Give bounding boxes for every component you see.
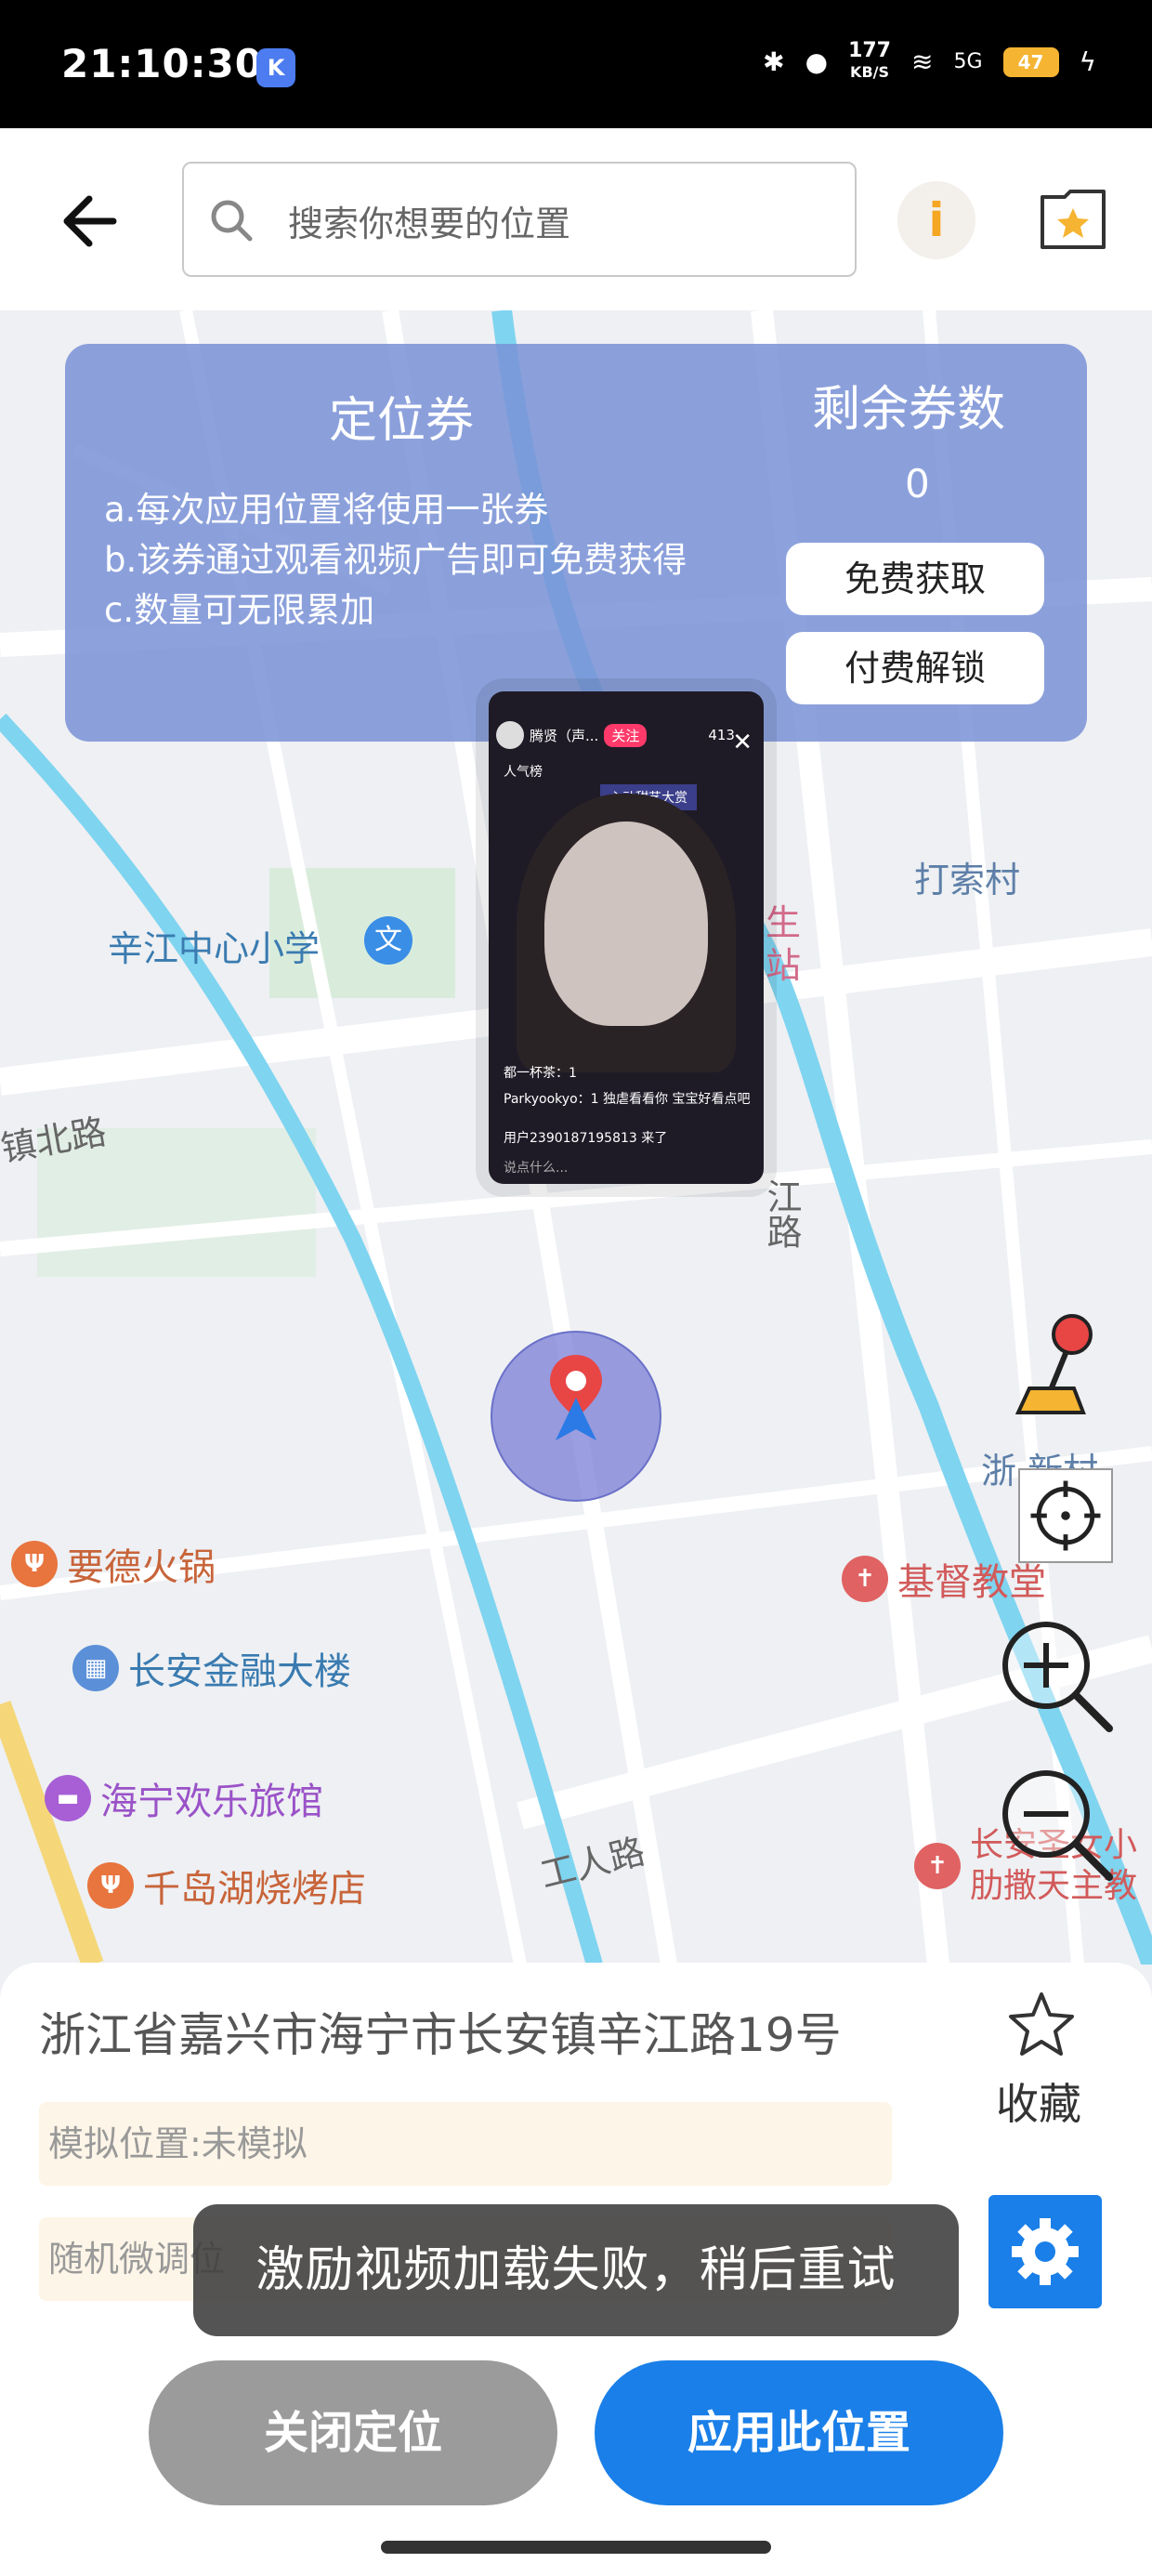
status-icons: ✱ ● 177 KB/S ≋ 5G 47 ϟ [763, 41, 1096, 83]
church-icon: ✝ [914, 1843, 961, 1889]
poi-changan-finance[interactable]: ▦ 长安金融大楼 [72, 1641, 351, 1695]
map-label-jiang-road: 江路 [761, 1178, 802, 1249]
map-label-xinjiang-school: 辛江中心小学 [108, 928, 321, 969]
restaurant-icon: Ψ [11, 1541, 58, 1587]
wifi-icon: ≋ [911, 46, 934, 77]
rank-label: 人气榜 [504, 765, 543, 780]
location-status-icon: ● [805, 46, 829, 77]
battery-icon: 47 [1002, 46, 1059, 77]
star-icon[interactable] [1005, 1989, 1078, 2061]
paid-unlock-button[interactable]: 付费解锁 [786, 632, 1044, 704]
status-time: 21:10:30 [61, 41, 263, 86]
ad-header: 腾贤（声... 关注 413 [496, 721, 735, 749]
close-location-button[interactable]: 关闭定位 [149, 2360, 557, 2505]
church-icon: ✝ [842, 1556, 888, 1602]
location-pin-icon[interactable] [546, 1353, 606, 1442]
remaining-title: 剩余券数 [812, 382, 1006, 438]
apply-location-button[interactable]: 应用此位置 [595, 2360, 1003, 2505]
coupon-card: 定位券 a.每次应用位置将使用一张券 b.该券通过观看视频广告即可免费获得 c.… [65, 344, 1087, 742]
address-text: 浙江省嘉兴市海宁市长安镇辛江路19号 [39, 2008, 842, 2062]
avatar [496, 721, 524, 749]
video-ad-popup[interactable]: 腾贤（声... 关注 413 ✕ 人气榜 心动甜艺大赏 都一杯茶：1 Parky… [489, 691, 764, 1184]
zoom-out-icon[interactable] [994, 1762, 1119, 1886]
joystick-icon[interactable] [1009, 1314, 1113, 1416]
search-placeholder: 搜索你想要的位置 [288, 204, 571, 244]
home-indicator[interactable] [381, 2541, 771, 2554]
chat-input[interactable]: 说点什么... [504, 1158, 568, 1176]
coupon-rule: a.每次应用位置将使用一张券 [104, 490, 549, 530]
simulated-location-field: 模拟位置:未模拟 [39, 2102, 892, 2186]
charging-icon: ϟ [1079, 46, 1096, 77]
poi-yaode-hotpot[interactable]: Ψ 要德火锅 [11, 1537, 216, 1591]
follow-button[interactable]: 关注 [604, 723, 648, 747]
locate-me-icon[interactable] [1018, 1468, 1113, 1563]
poi-haining-hotel[interactable]: ▬ 海宁欢乐旅馆 [45, 1771, 323, 1825]
status-bar: 21:10:30 K ✱ ● 177 KB/S ≋ 5G 47 ϟ [0, 0, 1152, 128]
coupon-title: 定位券 [329, 393, 475, 449]
signal-5g: 5G [953, 50, 983, 73]
toast-message: 激励视频加载失败，稍后重试 [193, 2204, 959, 2336]
chat-line: Parkyookyo：1 独虐看看你 宝宝好看点吧 [504, 1092, 751, 1107]
remaining-count: 0 [905, 461, 930, 506]
coupon-rule: c.数量可无限累加 [104, 590, 375, 630]
poi-qiandaohu-bbq[interactable]: Ψ 千岛湖烧烤店 [87, 1859, 366, 1912]
restaurant-icon: Ψ [87, 1862, 134, 1909]
settings-gear-icon[interactable] [988, 2195, 1102, 2308]
ad-image-face [544, 821, 708, 1026]
back-arrow-icon[interactable] [56, 184, 130, 258]
chat-line: 都一杯茶：1 [504, 1066, 577, 1081]
hotel-icon: ▬ [45, 1775, 91, 1821]
close-icon[interactable]: ✕ [732, 729, 753, 756]
coupon-rule: b.该券通过观看视频广告即可免费获得 [104, 540, 687, 580]
app-notification-icon: K [256, 48, 295, 87]
zoom-in-icon[interactable] [994, 1613, 1119, 1738]
bluetooth-icon: ✱ [763, 46, 785, 77]
viewer-count: 413 [708, 727, 735, 743]
map-label-dasuo-village: 打索村 [914, 860, 1021, 900]
free-get-button[interactable]: 免费获取 [786, 543, 1044, 615]
favorites-folder-icon[interactable] [1039, 190, 1107, 251]
favorite-label[interactable]: 收藏 [996, 2070, 1081, 2132]
search-input[interactable]: 搜索你想要的位置 [182, 162, 857, 277]
building-icon: ▦ [72, 1645, 119, 1691]
search-icon [211, 200, 253, 242]
coupon-rules: a.每次应用位置将使用一张券 b.该券通过观看视频广告即可免费获得 c.数量可无… [104, 485, 792, 636]
net-speed: 177 KB/S [848, 39, 891, 82]
chat-line: 用户2390187195813 来了 [504, 1131, 668, 1146]
school-icon: 文 [364, 916, 412, 965]
poi-church[interactable]: ✝ 基督教堂 [842, 1552, 1046, 1606]
info-icon[interactable]: i [897, 181, 975, 259]
